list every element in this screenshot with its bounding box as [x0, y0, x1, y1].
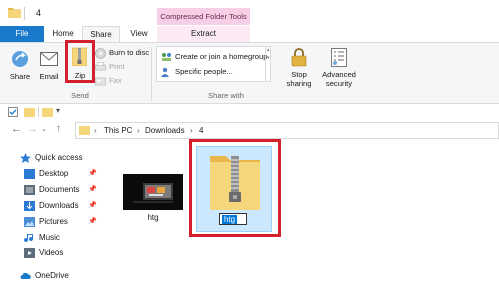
folder-icon	[8, 8, 21, 18]
zip-folder-highlight-box	[189, 139, 281, 237]
back-arrow-icon[interactable]: ←	[11, 123, 22, 135]
downloads-icon	[24, 201, 35, 211]
advanced-security-label-line1: Advanced	[322, 70, 356, 79]
videos-icon	[24, 248, 35, 258]
nav-item-documents[interactable]: Documents	[24, 183, 79, 197]
share-with-scrollbar[interactable]: ▴ ▾	[265, 47, 271, 81]
share-with-group-label: Share with	[208, 91, 244, 100]
pictures-icon	[24, 217, 35, 227]
window-title: 4	[36, 8, 42, 18]
tab-view[interactable]: View	[124, 26, 154, 42]
desktop-icon	[24, 169, 35, 179]
fax-label: Fax	[109, 76, 122, 85]
nav-item-label: Documents	[39, 185, 80, 194]
pin-icon[interactable]: 📌	[88, 217, 97, 225]
star-icon	[20, 153, 31, 163]
nav-quick-access-label: Quick access	[35, 153, 83, 162]
up-arrow-icon[interactable]: ↑	[56, 123, 61, 134]
nav-item-label: Desktop	[39, 169, 69, 178]
fax-icon	[95, 77, 106, 86]
quick-access-toolbar: ▾	[0, 104, 499, 120]
nav-onedrive[interactable]: OneDrive	[20, 269, 69, 283]
lock-icon	[291, 48, 307, 67]
advanced-security-button[interactable]: Advanced security	[319, 46, 359, 90]
recent-locations-chevron-icon[interactable]: ⌄	[41, 125, 47, 133]
pin-icon[interactable]: 📌	[88, 169, 97, 177]
nav-item-desktop[interactable]: Desktop	[24, 167, 68, 181]
share-icon	[12, 51, 28, 67]
zip-highlight-box	[65, 40, 95, 83]
new-folder-icon[interactable]	[24, 107, 35, 117]
nav-item-label: Downloads	[39, 201, 79, 210]
nav-item-videos[interactable]: Videos	[24, 246, 63, 260]
properties-checkbox-icon[interactable]	[8, 107, 18, 117]
security-document-icon	[331, 48, 347, 67]
nav-item-label: Pictures	[39, 217, 68, 226]
nav-item-label: Music	[39, 233, 60, 242]
share-button[interactable]: Share	[9, 48, 31, 88]
stop-sharing-label-line1: Stop	[291, 70, 307, 79]
share-with-item[interactable]: Specific people...	[161, 66, 233, 78]
qat-dropdown-icon[interactable]: ▾	[56, 106, 60, 115]
folder-icon	[79, 126, 90, 135]
cloud-icon	[20, 272, 31, 279]
share-with-item-label: Create or join a homegroup	[175, 52, 268, 61]
printer-icon	[95, 62, 106, 71]
scroll-up-icon: ▴	[267, 47, 270, 53]
file-name[interactable]: htg	[140, 213, 166, 222]
advanced-security-label-line2: security	[325, 79, 353, 88]
nav-item-downloads[interactable]: Downloads	[24, 199, 79, 213]
tab-extract[interactable]: Extract	[157, 26, 250, 42]
print-label: Print	[109, 62, 125, 71]
breadcrumb-item[interactable]: 4	[199, 126, 203, 135]
stop-sharing-label-line2: sharing	[286, 79, 312, 88]
nav-item-label: Videos	[39, 248, 64, 257]
share-with-item[interactable]: Create or join a homegroup	[161, 51, 267, 63]
chevron-right-icon: ›	[137, 126, 140, 135]
burn-to-disc-button[interactable]: Burn to disc	[95, 47, 149, 59]
email-button[interactable]: Email	[37, 48, 61, 88]
chevron-right-icon: ›	[190, 126, 193, 135]
ribbon-separator	[151, 47, 152, 101]
scroll-down-icon: ▾	[267, 55, 270, 61]
print-button[interactable]: Print	[95, 61, 125, 73]
documents-icon	[24, 185, 35, 195]
pin-icon[interactable]: 📌	[88, 185, 97, 193]
tab-file[interactable]: File	[0, 26, 44, 42]
folder-icon[interactable]	[42, 107, 53, 117]
nav-quick-access[interactable]: Quick access	[20, 151, 83, 165]
file-thumbnail[interactable]	[123, 174, 183, 210]
burn-to-disc-label: Burn to disc	[109, 48, 150, 57]
breadcrumb-item[interactable]: Downloads	[145, 126, 185, 135]
compressed-folder-tools-header: Compressed Folder Tools	[157, 8, 250, 25]
breadcrumb-item[interactable]: This PC	[104, 126, 132, 135]
stop-sharing-button[interactable]: Stop sharing	[283, 46, 315, 90]
qat-separator	[38, 107, 39, 117]
chevron-right-icon: ›	[94, 126, 97, 135]
nav-onedrive-label: OneDrive	[35, 271, 69, 280]
disc-icon	[95, 48, 106, 59]
share-label: Share	[9, 72, 31, 81]
pin-icon[interactable]: 📌	[88, 201, 97, 209]
people-icon	[161, 67, 169, 77]
email-label: Email	[39, 72, 59, 81]
image-thumbnail	[123, 174, 183, 210]
send-group-label: Send	[71, 91, 89, 100]
email-icon	[40, 52, 58, 66]
nav-item-music[interactable]: Music	[24, 231, 60, 245]
share-with-item-label: Specific people...	[175, 67, 233, 76]
address-bar[interactable]: › This PC › Downloads › 4	[75, 122, 499, 139]
nav-item-pictures[interactable]: Pictures	[24, 215, 68, 229]
music-icon	[24, 234, 34, 243]
title-separator	[24, 7, 25, 20]
share-with-list[interactable]: Create or join a homegroup Specific peop…	[156, 46, 271, 82]
homegroup-icon	[162, 53, 171, 61]
fax-button[interactable]: Fax	[95, 75, 122, 87]
forward-arrow-icon[interactable]: →	[27, 123, 38, 135]
